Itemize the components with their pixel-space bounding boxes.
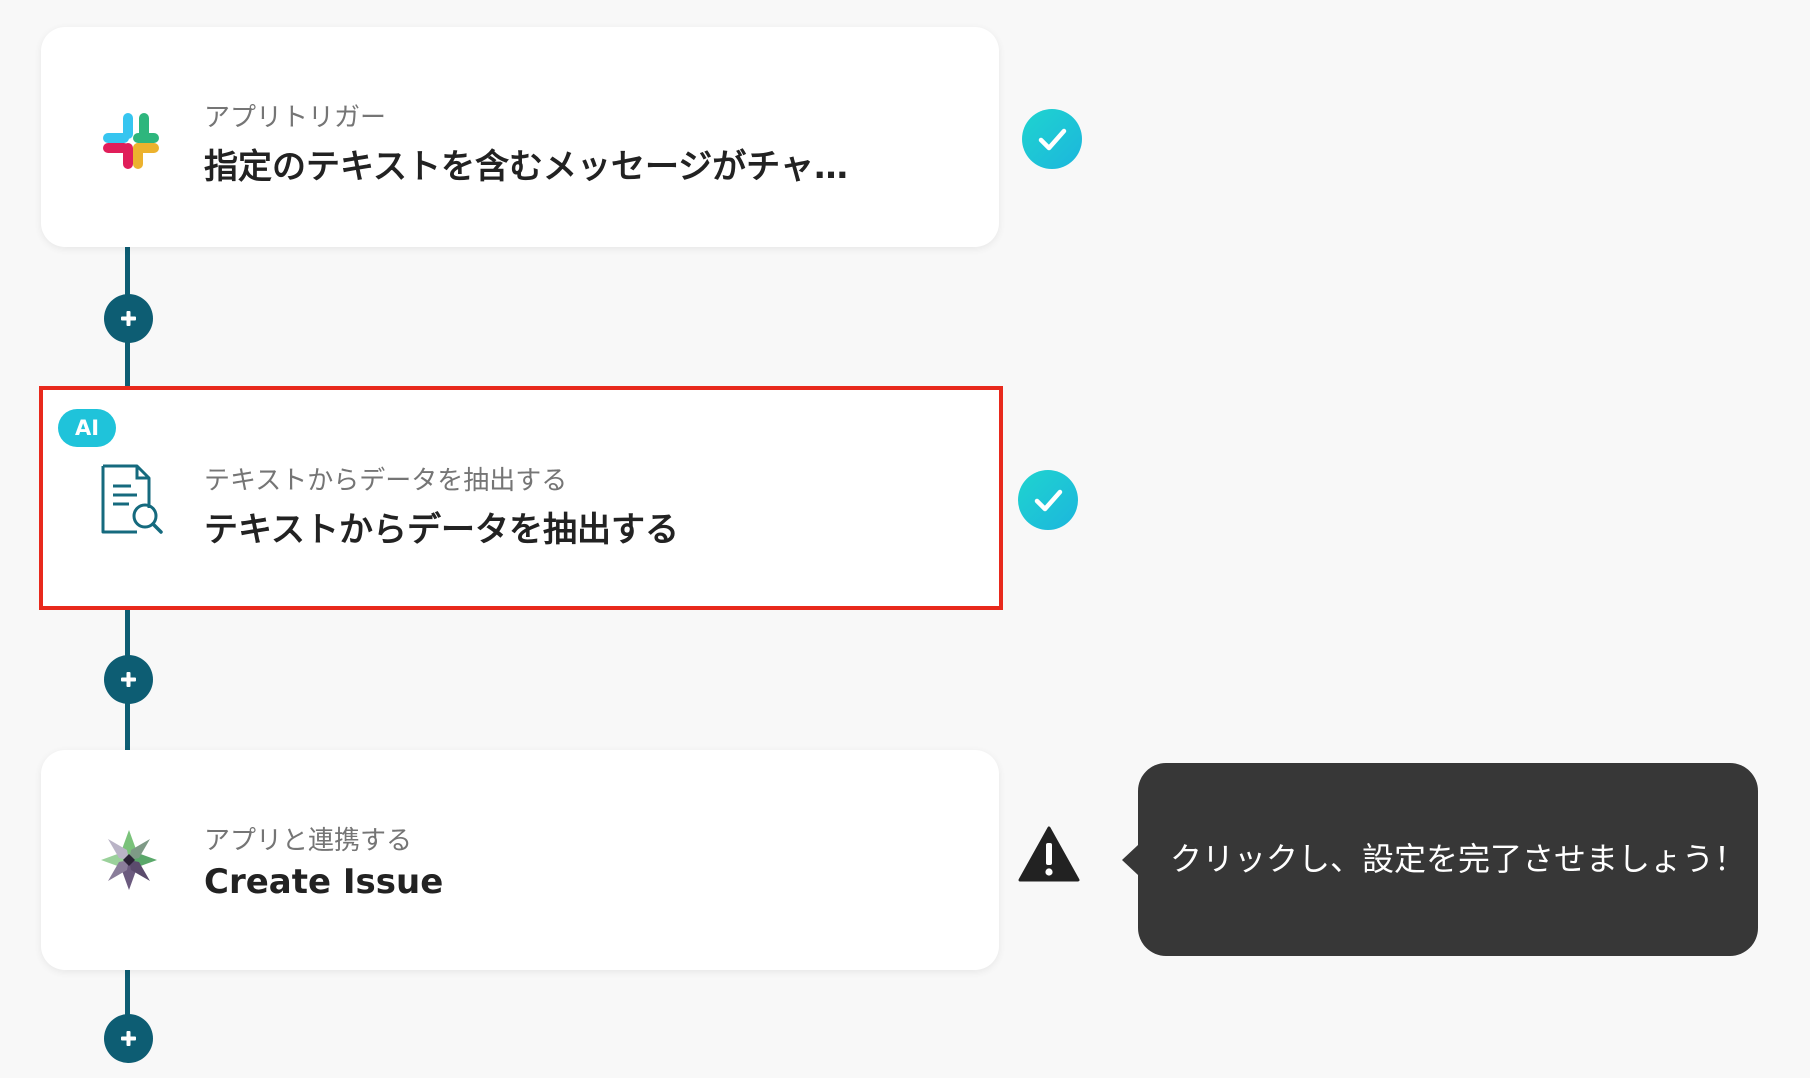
step-label: アプリと連携する xyxy=(204,826,413,856)
document-search-icon xyxy=(93,462,169,538)
app-logo-icon xyxy=(91,822,167,898)
step-title: Create Issue xyxy=(204,862,444,902)
slack-icon xyxy=(93,103,169,179)
hint-tooltip: クリックし、設定を完了させましょう！ xyxy=(1122,763,1758,956)
step-title: 指定のテキストを含むメッセージがチャ… xyxy=(204,147,848,187)
step-label: アプリトリガー xyxy=(204,103,387,133)
step-card-ai-extract[interactable]: AI テキストからデータを抽出する テキストからデータを抽出する xyxy=(39,386,1003,610)
step-card-trigger[interactable]: アプリトリガー 指定のテキストを含むメッセージがチャ… xyxy=(41,27,999,247)
add-step-button[interactable] xyxy=(104,294,153,343)
check-icon xyxy=(1018,470,1078,530)
tooltip-text: クリックし、設定を完了させましょう！ xyxy=(1170,840,1747,878)
add-step-button[interactable] xyxy=(104,1014,153,1063)
step-card-create-issue[interactable]: アプリと連携する Create Issue xyxy=(41,750,999,970)
plus-icon xyxy=(121,311,136,326)
plus-icon xyxy=(121,672,136,687)
step-title: テキストからデータを抽出する xyxy=(204,510,679,550)
warning-icon xyxy=(1018,825,1080,883)
plus-icon xyxy=(121,1031,136,1046)
step-label: テキストからデータを抽出する xyxy=(204,466,568,496)
add-step-button[interactable] xyxy=(104,655,153,704)
check-icon xyxy=(1022,109,1082,169)
ai-badge: AI xyxy=(58,409,116,447)
